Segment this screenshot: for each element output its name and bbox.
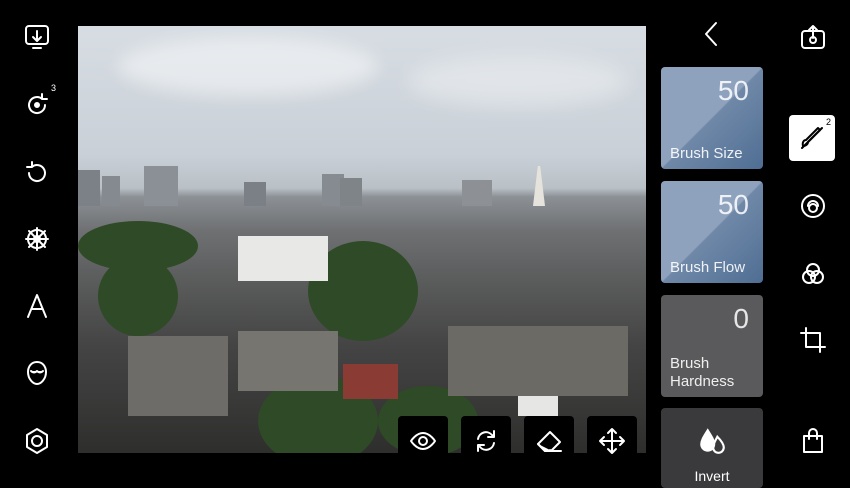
selective-brush-button[interactable]: 2 [789, 115, 835, 161]
left-toolbar: 3 [0, 0, 76, 479]
photo-canvas[interactable] [78, 26, 646, 453]
eraser-button[interactable] [524, 416, 574, 466]
gear-icon [25, 227, 49, 251]
right-toolbar: 2 [778, 0, 850, 479]
city-skyline [78, 166, 545, 206]
undo-icon [26, 161, 46, 182]
back-button[interactable] [692, 14, 732, 54]
brush-size-slider[interactable]: 50 Brush Size [661, 67, 763, 169]
lens-tool-button[interactable] [17, 421, 57, 461]
sky-cloud [408, 56, 628, 106]
face-tool-button[interactable] [17, 353, 57, 393]
settings-button[interactable] [17, 219, 57, 259]
rooftop [343, 364, 398, 399]
export-button[interactable] [793, 17, 833, 57]
rooftop [128, 336, 228, 416]
text-tool-button[interactable] [17, 286, 57, 326]
brush-size-value: 50 [717, 75, 749, 106]
color-tool-button[interactable] [793, 254, 833, 294]
brush-count-badge: 2 [826, 117, 832, 127]
brush-icon [801, 127, 823, 149]
preview-eye-button[interactable] [398, 416, 448, 466]
brush-flow-label: Brush Flow [670, 259, 746, 276]
store-button[interactable] [793, 421, 833, 461]
invert-label: Invert [694, 468, 730, 484]
aperture-icon [801, 194, 825, 218]
brush-settings-panel: 50 Brush Size 50 Brush Flow 0 Brush Hard… [648, 0, 778, 488]
move-button[interactable] [587, 416, 637, 466]
face-icon [27, 361, 47, 385]
redo-button[interactable]: 3 [17, 83, 57, 125]
brush-hardness-value: 0 [733, 303, 749, 334]
redo-count-badge: 3 [51, 83, 57, 93]
rooftop [238, 331, 338, 391]
sky-cloud [118, 36, 378, 96]
crop-tool-button[interactable] [793, 320, 833, 360]
eye-icon [410, 432, 436, 450]
hexagon-icon [26, 428, 48, 454]
tree [78, 221, 198, 271]
brush-hardness-label: Brush Hardness [670, 355, 735, 390]
rooftop [238, 236, 328, 281]
eraser-icon [537, 431, 562, 452]
brush-flow-slider[interactable]: 50 Brush Flow [661, 181, 763, 283]
undo-button[interactable] [17, 153, 57, 193]
import-icon [25, 25, 49, 49]
import-photo-button[interactable] [17, 17, 57, 57]
move-icon [599, 428, 625, 454]
swap-icon [477, 430, 495, 452]
export-icon [801, 25, 825, 49]
shopping-bag-icon [803, 428, 823, 453]
brush-size-label: Brush Size [670, 145, 743, 162]
rooftop [448, 326, 628, 396]
drops-icon [700, 428, 725, 454]
swap-button[interactable] [461, 416, 511, 466]
crop-icon [800, 327, 826, 353]
chevron-left-icon [705, 22, 717, 46]
brush-hardness-slider[interactable]: 0 Brush Hardness [661, 295, 763, 397]
adjust-tool-button[interactable] [793, 186, 833, 226]
invert-button[interactable]: Invert [661, 408, 763, 488]
brush-flow-value: 50 [717, 189, 749, 220]
color-circles-icon [802, 263, 824, 284]
text-a-icon [27, 294, 47, 318]
redo-icon [28, 93, 48, 114]
